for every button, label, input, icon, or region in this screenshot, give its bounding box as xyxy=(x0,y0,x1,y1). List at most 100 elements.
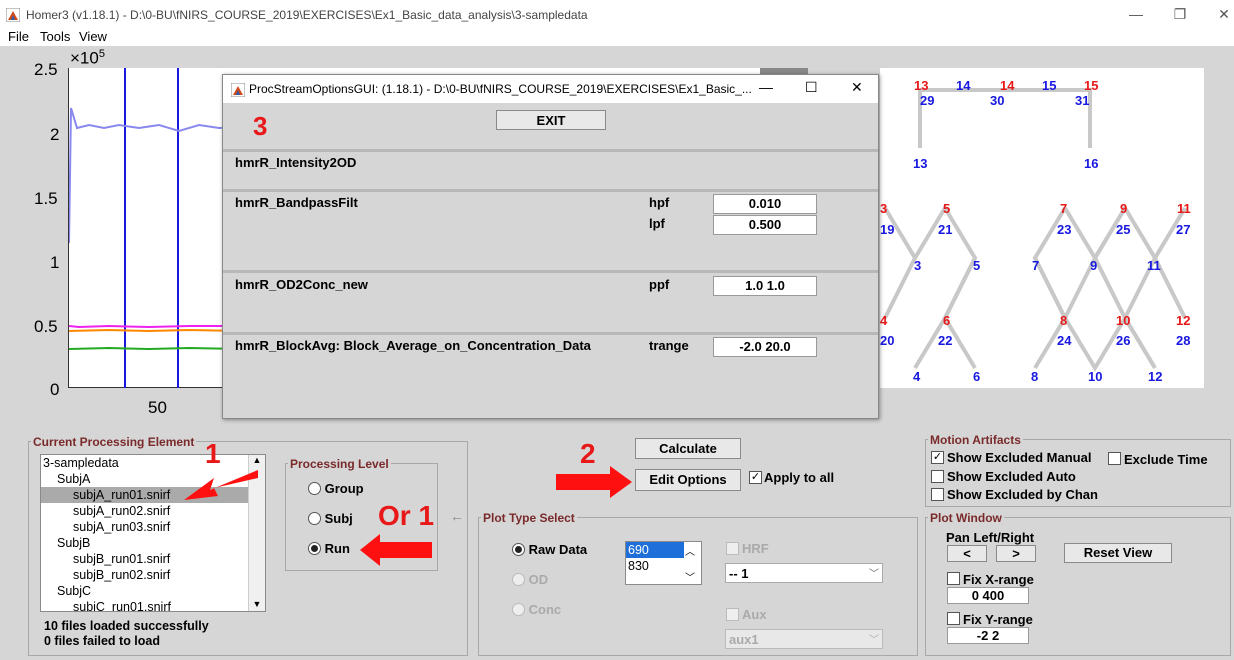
probe-label: 22 xyxy=(938,333,953,348)
menu-tools[interactable]: Tools xyxy=(40,29,70,44)
show-excluded-auto-checkbox[interactable] xyxy=(931,470,944,483)
probe-label: 23 xyxy=(1057,222,1072,237)
condition-value: -- 1 xyxy=(729,566,749,581)
chevron-down-icon: ﹀ xyxy=(869,569,879,580)
matlab-icon xyxy=(6,8,20,22)
probe-label: 29 xyxy=(920,93,935,108)
list-item-selected[interactable]: 690 xyxy=(626,542,684,558)
radio-button[interactable] xyxy=(308,512,321,525)
status-failed: 0 files failed to load xyxy=(44,634,160,648)
fix-y-range-checkbox[interactable] xyxy=(947,612,960,625)
edit-options-button[interactable]: Edit Options xyxy=(635,469,741,491)
panel-title: Motion Artifacts xyxy=(928,433,1023,447)
hrf-checkbox[interactable] xyxy=(726,542,739,555)
scroll-down-icon[interactable]: ﹀ xyxy=(685,569,695,584)
aux-checkbox[interactable] xyxy=(726,608,739,621)
radio-run[interactable]: Run xyxy=(308,541,350,558)
radio-button-selected[interactable] xyxy=(308,542,321,555)
radio-od[interactable]: OD xyxy=(512,572,548,589)
exit-button[interactable]: EXIT xyxy=(496,110,606,130)
trange-input[interactable]: -2.0 20.0 xyxy=(713,337,817,357)
restore-icon[interactable]: ❐ xyxy=(1170,6,1190,23)
scroll-down-icon[interactable]: ▼ xyxy=(249,599,265,609)
radio-button-selected[interactable] xyxy=(512,543,525,556)
ppf-input[interactable]: 1.0 1.0 xyxy=(713,276,817,296)
probe-label: 8 xyxy=(1060,313,1068,328)
menu-bar: File Tools View xyxy=(0,29,1234,46)
probe-label: 7 xyxy=(1032,258,1040,273)
probe-label: 14 xyxy=(956,78,971,93)
x-range-input[interactable]: 0 400 xyxy=(947,587,1029,604)
pan-left-button[interactable]: < xyxy=(947,545,987,562)
ytick-label: 0.5 xyxy=(34,317,58,336)
probe-label: 24 xyxy=(1057,333,1072,348)
probe-label: 21 xyxy=(938,222,953,237)
lpf-input[interactable]: 0.500 xyxy=(713,215,817,235)
radio-button[interactable] xyxy=(308,482,321,495)
minimize-icon[interactable]: — xyxy=(1126,6,1146,22)
list-item[interactable]: SubjC xyxy=(41,583,265,599)
y-range-input[interactable]: -2 2 xyxy=(947,627,1029,644)
probe-label: 6 xyxy=(973,369,981,384)
show-excluded-manual-checkbox[interactable]: ✓ xyxy=(931,451,944,464)
minimize-icon[interactable]: — xyxy=(759,79,773,95)
pan-right-button[interactable]: > xyxy=(996,545,1036,562)
param-label: ppf xyxy=(649,277,670,292)
probe-label: 16 xyxy=(1084,156,1099,171)
probe-label: 9 xyxy=(1120,201,1128,216)
close-icon[interactable]: ✕ xyxy=(851,79,863,96)
radio-conc[interactable]: Conc xyxy=(512,602,561,619)
probe-label: 13 xyxy=(914,78,929,93)
radio-raw-data[interactable]: Raw Data xyxy=(512,542,588,559)
panel-title: Plot Type Select xyxy=(481,511,577,525)
probe-label: 3 xyxy=(914,258,922,273)
list-item[interactable]: subjC_run01.snirf xyxy=(41,599,265,611)
radio-label: Group xyxy=(324,481,364,496)
probe-display[interactable]: 13 14 14 15 15 29 30 31 13 16 3 5 7 9 11… xyxy=(880,68,1204,388)
radio-button[interactable] xyxy=(512,603,525,616)
reset-view-button[interactable]: Reset View xyxy=(1064,543,1172,563)
show-excluded-by-chan-checkbox[interactable] xyxy=(931,488,944,501)
arrow-left-icon: ← xyxy=(450,508,464,524)
ytick-label: 2 xyxy=(50,125,60,144)
exclude-time-checkbox[interactable] xyxy=(1108,452,1121,465)
aux-dropdown[interactable]: aux1 ﹀ xyxy=(725,629,883,649)
menu-file[interactable]: File xyxy=(8,29,29,44)
checkbox-label: Show Excluded Auto xyxy=(947,469,1076,484)
radio-label: Raw Data xyxy=(528,542,588,557)
radio-button[interactable] xyxy=(512,573,525,586)
xtick-label: 50 xyxy=(148,398,167,417)
list-item[interactable]: subjB_run01.snirf xyxy=(41,551,265,567)
probe-label: 6 xyxy=(943,313,951,328)
function-name: hmrR_BandpassFilt xyxy=(235,195,358,210)
probe-label: 11 xyxy=(1147,258,1161,273)
divider xyxy=(223,332,878,335)
probe-label: 30 xyxy=(990,93,1005,108)
probe-label: 27 xyxy=(1176,222,1191,237)
radio-group[interactable]: Group xyxy=(308,481,364,498)
probe-label: 9 xyxy=(1090,258,1098,273)
checkbox-label: Fix Y-range xyxy=(963,612,1033,627)
maximize-icon[interactable]: ☐ xyxy=(805,79,818,96)
function-name: hmrR_Intensity2OD xyxy=(235,155,357,170)
data-plot[interactable] xyxy=(68,68,241,388)
list-item[interactable]: SubjB xyxy=(41,535,265,551)
fix-x-range-checkbox[interactable] xyxy=(947,572,960,585)
apply-to-all-checkbox[interactable]: ✓ xyxy=(749,471,762,484)
probe-label: 10 xyxy=(1116,313,1131,328)
scroll-up-icon[interactable]: ︿ xyxy=(685,543,695,558)
hpf-input[interactable]: 0.010 xyxy=(713,194,817,214)
function-name: hmrR_OD2Conc_new xyxy=(235,277,368,292)
panel-title: Processing Level xyxy=(288,457,391,471)
probe-label: 11 xyxy=(1177,201,1191,216)
menu-view[interactable]: View xyxy=(79,29,107,44)
probe-label: 28 xyxy=(1176,333,1191,348)
probe-label: 13 xyxy=(913,156,928,171)
radio-subj[interactable]: Subj xyxy=(308,511,353,528)
close-icon[interactable]: ✕ xyxy=(1214,6,1234,23)
condition-dropdown[interactable]: -- 1 ﹀ xyxy=(725,563,883,583)
list-item[interactable]: subjA_run03.snirf xyxy=(41,519,265,535)
calculate-button[interactable]: Calculate xyxy=(635,438,741,459)
list-item[interactable]: subjB_run02.snirf xyxy=(41,567,265,583)
probe-label: 5 xyxy=(943,201,951,216)
